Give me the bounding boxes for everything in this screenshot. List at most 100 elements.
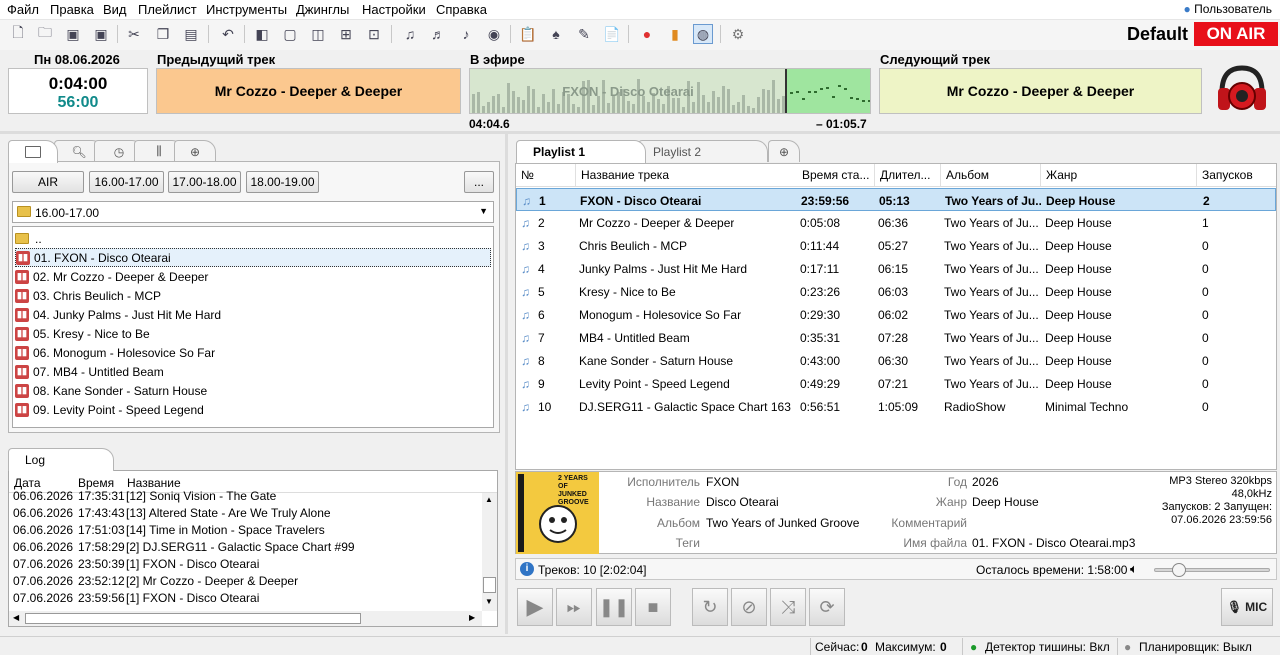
menu-view[interactable]: Вид [103,2,127,17]
previous-track-box[interactable]: Mr Cozzo - Deeper & Deeper [156,68,461,114]
undo-icon[interactable]: ↶ [218,24,238,44]
layout-split-icon[interactable]: ◫ [308,24,328,44]
file-list-item[interactable]: ▮▮ 01. FXON - Disco Otearai [15,248,491,267]
volume-icon[interactable]: 🔈︎ [1130,561,1138,577]
layout-add-icon[interactable]: ⊡ [364,24,384,44]
col-number[interactable]: № [516,164,576,186]
copy-icon[interactable]: ❐ [153,24,173,44]
scroll-left-icon[interactable]: ◀ [13,613,19,622]
playlist-row[interactable]: ♫ 3 Chris Beulich - MCP 0:11:44 05:27 Two Yea… [516,234,1276,257]
file-list-item[interactable]: ▮▮ 03. Chris Beulich - MCP [15,286,491,305]
menu-tools[interactable]: Инструменты [206,2,287,17]
tools-icon[interactable]: ✎ [574,24,594,44]
menu-help[interactable]: Справка [436,2,487,17]
log-row[interactable]: 07.06.2026 23:59:56 [1] FXON - Disco Otear… [9,590,481,607]
tab-add[interactable]: ⊕ [174,140,216,162]
add-track-icon[interactable]: ♫ [400,24,420,44]
new-file-icon[interactable]: 🗋 [8,24,28,44]
layout-full-icon[interactable]: ▢ [280,24,300,44]
jingle-icon[interactable]: ♠ [546,24,566,44]
log-row[interactable]: 06.06.2026 17:51:03 [14] Time in Motion - … [9,522,481,539]
tab-folders[interactable] [8,140,58,163]
volume-thumb[interactable] [1171,563,1186,577]
log-col-title[interactable]: Название [127,476,181,490]
playlist-row[interactable]: ♫ 7 MB4 - Untitled Beam 0:35:31 07:28 Two Yea… [516,326,1276,349]
log-scroll-thumb[interactable] [483,577,496,593]
cut-icon[interactable]: ✂ [124,24,144,44]
paste-icon[interactable]: ▤ [181,24,201,44]
log-horizontal-scrollbar[interactable]: ◀ ▶ [9,611,482,626]
save-as-icon[interactable]: ▣ [91,24,111,44]
globe-icon[interactable]: ◍ [693,24,713,44]
log-row[interactable]: 07.06.2026 23:50:39 [1] FXON - Disco Otear… [9,556,481,573]
slot-17-18-button[interactable]: 17.00-18.00 [168,171,241,193]
col-start-time[interactable]: Время ста... [797,164,875,186]
col-duration[interactable]: Длител... [875,164,941,186]
add-playlist-tab[interactable]: ⊕ [768,140,800,162]
playlist-row[interactable]: ♫ 6 Monogum - Holesovice So Far 0:29:30 06:0… [516,303,1276,326]
user-menu[interactable]: ● Пользователь [1184,2,1272,16]
next-track-box[interactable]: Mr Cozzo - Deeper & Deeper [879,68,1202,114]
layout-left-icon[interactable]: ◧ [252,24,272,44]
folder-select[interactable]: 16.00-17.00 ▼ [12,201,494,223]
playlist-row[interactable]: ♫ 1 FXON - Disco Otearai 23:59:56 05:13 Two Y… [516,188,1276,211]
chevron-down-icon[interactable]: ▼ [479,206,488,216]
log-row[interactable]: 07.06.2026 23:52:12 [2] Mr Cozzo - Deeper … [9,573,481,590]
add-stream-icon[interactable]: ◉ [484,24,504,44]
log-col-date[interactable]: Дата [14,476,41,490]
settings-gear-icon[interactable]: ⚙ [728,24,748,44]
scroll-right-icon[interactable]: ▶ [469,613,475,622]
next-button[interactable]: ⏩︎ [556,588,592,626]
playlist-row[interactable]: ♫ 10 DJ.SERG11 - Galactic Space Chart 163 0… [516,395,1276,418]
add-folder-icon[interactable]: ♬ [428,24,448,44]
file-list-item[interactable]: ▮▮ 09. Levity Point - Speed Legend [15,400,491,419]
file-list-item[interactable]: ▮▮ 02. Mr Cozzo - Deeper & Deeper [15,267,491,286]
refresh-button[interactable]: ⟳ [809,588,845,626]
playlist-row[interactable]: ♫ 2 Mr Cozzo - Deeper & Deeper 0:05:08 06:36… [516,211,1276,234]
col-album[interactable]: Альбом [941,164,1041,186]
log-vertical-scrollbar[interactable]: ▲ ▼ [482,493,497,611]
tab-log[interactable]: Log [8,448,114,471]
mic-button[interactable]: 🎙︎ MIC [1221,588,1273,626]
col-launches[interactable]: Запусков [1197,164,1276,186]
file-list-item[interactable]: ▮▮ 05. Kresy - Nice to Be [15,324,491,343]
waveform-display[interactable]: FXON - Disco Otearai [469,68,871,114]
save-icon[interactable]: ▣ [63,24,83,44]
col-genre[interactable]: Жанр [1041,164,1197,186]
scroll-down-icon[interactable]: ▼ [485,597,493,606]
stop-button[interactable]: ■ [635,588,671,626]
on-air-indicator[interactable]: ON AIR [1194,22,1278,46]
tab-playlist-1[interactable]: Playlist 1 [516,140,646,163]
col-title[interactable]: Название трека [576,164,798,186]
volume-slider[interactable] [1154,563,1270,577]
add-playlist-icon[interactable]: ♪ [456,24,476,44]
menu-jingles[interactable]: Джинглы [296,2,349,17]
log-col-time[interactable]: Время [78,476,114,490]
shuffle-button[interactable]: ⤨ [770,588,806,626]
open-folder-icon[interactable]: 🗀 [35,24,55,44]
slot-16-17-button[interactable]: 16.00-17.00 [89,171,164,193]
tab-playlist-2[interactable]: Playlist 2 [638,140,768,162]
menu-file[interactable]: Файл [7,2,39,17]
file-list-item[interactable]: ▮▮ 07. MB4 - Untitled Beam [15,362,491,381]
menu-playlist[interactable]: Плейлист [138,2,197,17]
log-row[interactable]: 06.06.2026 17:43:43 [13] Altered State - A… [9,505,481,522]
more-slots-button[interactable]: ... [464,171,494,193]
air-button[interactable]: AIR [12,171,84,193]
status-silence[interactable]: Детектор тишины: Вкл [985,640,1110,654]
playlist-row[interactable]: ♫ 9 Levity Point - Speed Legend 0:49:29 07:2… [516,372,1276,395]
scroll-up-icon[interactable]: ▲ [485,495,493,504]
log-row[interactable]: 06.06.2026 17:35:31 [12] Soniq Vision - Th… [9,489,481,505]
disable-button[interactable]: ⊘ [731,588,767,626]
report-icon[interactable]: 📄 [602,24,622,44]
play-button[interactable]: ▶ [517,588,553,626]
meter-icon[interactable]: ▮ [665,24,685,44]
parent-folder-item[interactable]: .. [15,229,42,248]
log-hscroll-thumb[interactable] [25,613,361,624]
file-list-item[interactable]: ▮▮ 06. Monogum - Holesovice So Far [15,343,491,362]
menu-settings[interactable]: Настройки [362,2,426,17]
playlist-row[interactable]: ♫ 4 Junky Palms - Just Hit Me Hard 0:17:11 0… [516,257,1276,280]
menu-edit[interactable]: Правка [50,2,94,17]
playlist-row[interactable]: ♫ 5 Kresy - Nice to Be 0:23:26 06:03 Two Year… [516,280,1276,303]
log-row[interactable]: 06.06.2026 17:58:29 [2] DJ.SERG11 - Galact… [9,539,481,556]
